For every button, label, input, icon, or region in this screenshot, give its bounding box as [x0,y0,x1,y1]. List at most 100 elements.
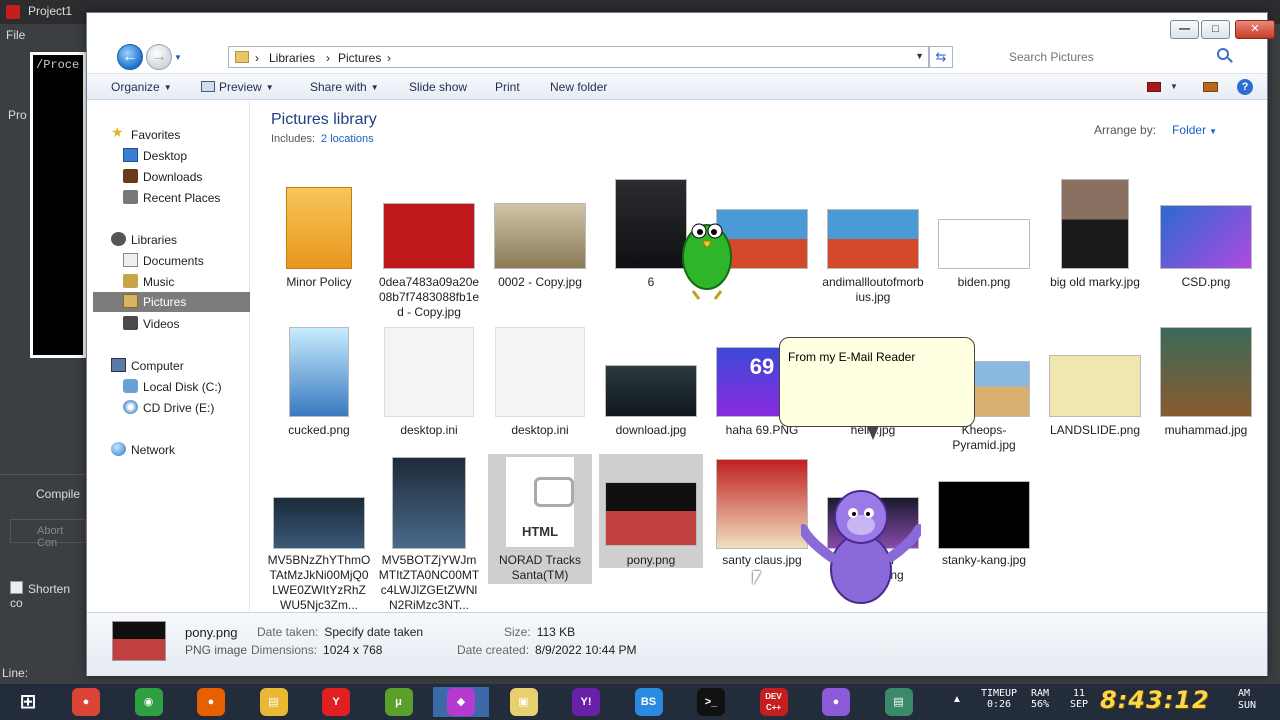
file-item[interactable]: andimallloutofmorbius.jpg [821,171,925,311]
close-button[interactable]: ✕ [1235,20,1275,39]
clock[interactable]: 8:43:12 [1100,686,1210,714]
file-item[interactable]: muhammad.jpg [1154,317,1258,457]
taskbar-gem-button[interactable]: ◆ [433,687,489,717]
html-file-icon: HTML [505,456,575,548]
recent-pages-dropdown-icon[interactable]: ▼ [174,53,182,62]
nav-downloads[interactable]: Downloads [123,167,243,187]
taskbar-browser-button[interactable]: ◉ [121,687,177,717]
image-thumbnail [1160,205,1252,269]
taskbar-explorer-button[interactable]: ▤ [246,687,302,717]
nav-libraries[interactable]: Libraries [111,230,241,250]
breadcrumb-separator-icon: › [387,51,391,65]
taskbar-notepad-button[interactable]: ▤ [871,687,927,717]
timeup-readout: TIMEUP 0:26 [980,688,1018,710]
yahoo-icon: Y! [572,688,600,716]
locations-link[interactable]: 2 locations [321,133,374,145]
file-item-selected[interactable]: HTML NORAD Tracks Santa(TM) [488,454,592,584]
file-item[interactable]: cucked.png [267,317,371,457]
file-item[interactable]: desktop.ini [488,317,592,457]
compile-tab[interactable]: Compile [36,487,80,501]
arrange-by-dropdown[interactable]: Folder [1172,123,1206,137]
file-item[interactable]: MV5BNzZhYThmOTAtMzJkNi00MjQ0LWE0ZWItYzRh… [267,451,371,615]
file-item[interactable]: Minor Policy [267,171,371,311]
ide-menu-file[interactable]: File [0,28,25,42]
taskbar-utorrent-button[interactable]: μ [371,687,427,717]
file-item[interactable]: stanky-kang.jpg [932,451,1036,615]
preview-button[interactable]: Preview ▼ [201,80,274,94]
breadcrumb-pictures[interactable]: Pictures [338,51,381,65]
nav-network[interactable]: Network [111,440,241,460]
file-item-selected[interactable]: pony.png [599,454,703,568]
abort-compilation-button[interactable]: Abort Con [10,519,86,549]
chevron-down-icon[interactable]: ▼ [1209,127,1217,136]
help-icon[interactable]: ? [1237,79,1253,95]
more-options-dropdown-icon[interactable]: ▼ [1170,82,1178,91]
ide-project-tab[interactable]: Pro [8,108,27,122]
nav-favorites[interactable]: ★ Favorites [111,124,241,145]
refresh-button[interactable]: ⇆ [929,46,953,68]
date-taken-field[interactable]: Specify date taken [324,625,423,639]
preview-pane-icon[interactable] [1203,82,1218,92]
nav-desktop[interactable]: Desktop [123,146,243,166]
show-hidden-icons-icon[interactable]: ▲ [952,694,962,705]
nav-local-disk[interactable]: Local Disk (C:) [123,377,243,397]
image-thumbnail [494,203,586,269]
image-thumbnail [1061,179,1129,269]
nav-pictures[interactable]: Pictures [93,292,250,312]
file-item[interactable]: CSD.png [1154,171,1258,311]
cd-drive-icon [123,400,138,414]
new-folder-button[interactable]: New folder [550,80,607,94]
organize-button[interactable]: Organize ▼ [111,80,172,94]
details-pane: pony.png PNG image Date taken: Specify da… [87,612,1267,676]
shorten-paths-checkbox[interactable]: Shorten co [10,581,86,610]
file-item[interactable]: download.jpg [599,317,703,457]
change-view-icon[interactable] [1147,82,1161,92]
file-item[interactable]: desktop.ini [377,317,481,457]
search-icon[interactable] [1217,48,1229,60]
parrot-assistant-icon[interactable] [675,205,739,301]
taskbar-firefox-button[interactable]: ● [183,687,239,717]
nav-documents[interactable]: Documents [123,251,243,271]
taskbar-cmd-button[interactable]: >_ [683,687,739,717]
bonzi-buddy-icon[interactable] [801,481,921,611]
taskbar-yahoo-button[interactable]: Y! [558,687,614,717]
file-item[interactable]: 0dea7483a09a20e08b7f7483088fb1ed - Copy.… [377,171,481,319]
devcpp-logo-icon [6,5,20,19]
explorer-window: — □ ✕ ← → ▼ › Libraries › Pictures › ▼ ⇆… [86,12,1275,676]
file-item[interactable]: santy claus.jpg [710,451,814,615]
address-bar[interactable]: › Libraries › Pictures › ▼ [228,46,929,68]
slide-show-button[interactable]: Slide show [409,80,467,94]
maximize-button[interactable]: □ [1201,20,1230,39]
console-text: /Proce [36,58,80,72]
taskbar-yandex-button[interactable]: Y [308,687,364,717]
search-box[interactable] [1003,46,1247,68]
forward-button[interactable]: → [146,44,172,70]
file-item[interactable]: MV5BOTZjYWJmMTItZTA0NC00MTc4LWJlZGEtZWNl… [377,451,481,615]
balloon-tail [867,426,879,440]
minimize-button[interactable]: — [1170,20,1199,39]
nav-cd-drive[interactable]: CD Drive (E:) [123,398,243,418]
folder-icon [235,51,249,63]
taskbar-folder-button[interactable]: ▣ [496,687,552,717]
search-input[interactable] [1009,48,1209,66]
start-button[interactable]: ⊞ [0,687,52,717]
file-item[interactable]: 0002 - Copy.jpg [488,171,592,311]
breadcrumb-libraries[interactable]: Libraries [269,51,315,65]
nav-computer[interactable]: Computer [111,356,241,376]
taskbar-bluestacks-button[interactable]: BS [621,687,677,717]
taskbar-devcpp-button[interactable]: DEV C++ [746,687,802,717]
nav-videos[interactable]: Videos [123,314,243,334]
file-item[interactable]: LANDSLIDE.png [1043,317,1147,457]
share-with-button[interactable]: Share with ▼ [310,80,379,94]
address-dropdown-icon[interactable]: ▼ [915,51,924,61]
taskbar-bonzi-button[interactable]: ● [808,687,864,717]
file-item[interactable]: biden.png [932,171,1036,311]
print-button[interactable]: Print [495,80,520,94]
details-size: Size: 113 KB [504,625,576,639]
back-button[interactable]: ← [117,44,143,70]
taskbar-chrome-button[interactable]: ● [58,687,114,717]
nav-recent-places[interactable]: Recent Places [123,188,243,208]
file-item[interactable]: big old marky.jpg [1043,171,1147,311]
nav-music[interactable]: Music [123,272,243,292]
hard-disk-icon [123,379,138,393]
